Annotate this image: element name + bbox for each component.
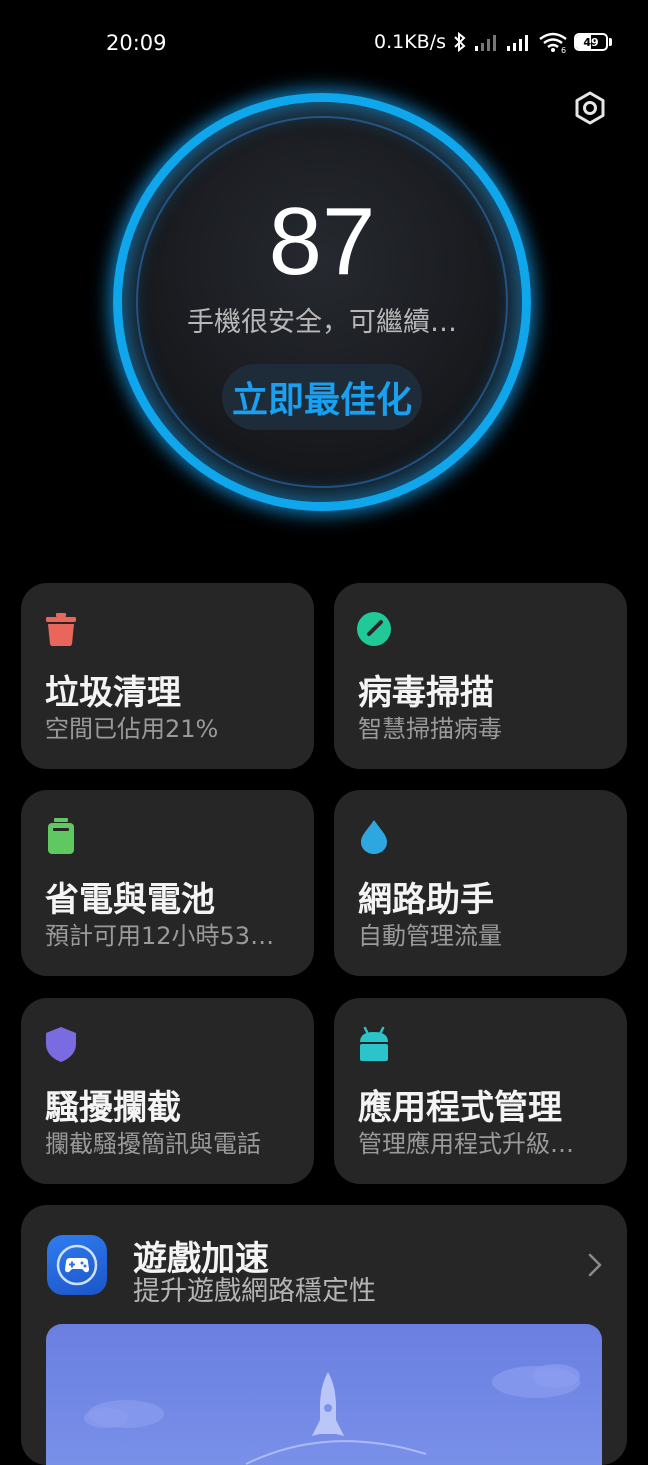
gamepad-icon <box>47 1235 107 1295</box>
battery-level: 49 <box>583 35 599 49</box>
card-game-boost[interactable]: 遊戲加速 提升遊戲網路穩定性 <box>21 1205 627 1465</box>
card-harassment-block[interactable]: 騷擾攔截 攔截騷擾簡訊與電話 <box>21 998 314 1184</box>
status-icons: 0.1KB/s 6 49 <box>374 31 612 53</box>
card-junk-cleanup[interactable]: 垃圾清理 空間已佔用21% <box>21 583 314 769</box>
svg-text:6: 6 <box>561 46 566 53</box>
signal-icon <box>507 35 528 51</box>
trash-icon <box>43 611 79 647</box>
battery-icon: 49 <box>574 33 612 51</box>
card-subtitle: 提升遊戲網路穩定性 <box>133 1276 376 1307</box>
gear-icon <box>575 91 605 125</box>
card-title: 應用程式管理 <box>358 1088 562 1128</box>
card-title: 網路助手 <box>358 880 494 920</box>
chevron-right-icon <box>588 1253 602 1277</box>
settings-button[interactable] <box>570 88 610 128</box>
security-status-text: 手機很安全，可繼續… <box>187 307 457 338</box>
shield-icon <box>43 1026 79 1062</box>
card-subtitle: 空間已佔用21% <box>45 715 219 743</box>
android-icon <box>356 1026 392 1062</box>
scan-icon <box>356 611 392 647</box>
card-subtitle: 預計可用12小時53… <box>45 922 275 950</box>
card-title: 騷擾攔截 <box>45 1088 181 1128</box>
signal-icon <box>475 35 496 51</box>
card-title: 垃圾清理 <box>45 673 181 713</box>
card-subtitle: 攔截騷擾簡訊與電話 <box>45 1130 261 1158</box>
security-score: 87 <box>268 188 376 295</box>
card-title: 省電與電池 <box>45 880 215 920</box>
net-speed: 0.1KB/s <box>373 31 446 53</box>
rocket-illustration <box>84 1364 580 1465</box>
card-virus-scan[interactable]: 病毒掃描 智慧掃描病毒 <box>334 583 627 769</box>
card-subtitle: 智慧掃描病毒 <box>358 715 502 743</box>
battery-icon <box>43 818 79 854</box>
card-subtitle: 自動管理流量 <box>358 922 502 950</box>
card-app-management[interactable]: 應用程式管理 管理應用程式升級… <box>334 998 627 1184</box>
optimize-now-button[interactable]: 立即最佳化 <box>222 364 422 430</box>
status-time: 20:09 <box>106 31 167 55</box>
card-power-battery[interactable]: 省電與電池 預計可用12小時53… <box>21 790 314 976</box>
card-subtitle: 管理應用程式升級… <box>358 1130 574 1158</box>
drop-icon <box>356 818 392 854</box>
bluetooth-icon <box>454 31 466 53</box>
security-score-ring: 87 手機很安全，可繼續… 立即最佳化 <box>113 93 531 511</box>
status-bar: 20:09 0.1KB/s 6 49 <box>0 0 648 90</box>
card-network-assistant[interactable]: 網路助手 自動管理流量 <box>334 790 627 976</box>
game-boost-banner <box>46 1324 602 1465</box>
card-title: 病毒掃描 <box>358 673 494 713</box>
wifi-icon: 6 <box>539 32 567 53</box>
